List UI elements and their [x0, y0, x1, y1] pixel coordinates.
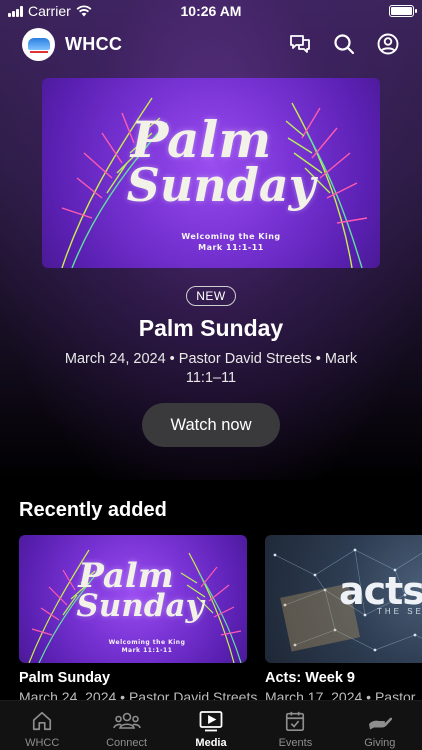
- tab-media[interactable]: Media: [169, 701, 253, 750]
- app-header: WHCC: [0, 26, 422, 62]
- app-title: WHCC: [65, 33, 123, 54]
- bottom-tab-bar: WHCC Connect Media Events Giving: [0, 700, 422, 750]
- clock: 10:26 AM: [180, 3, 242, 19]
- featured-meta: March 24, 2024 • Pastor David Streets • …: [64, 351, 358, 386]
- media-thumbnail[interactable]: Palm Sunday Welcoming the King Mark 11:1…: [19, 535, 247, 663]
- home-icon: [31, 709, 53, 733]
- chat-icon[interactable]: [288, 32, 312, 56]
- watch-now-button[interactable]: Watch now: [142, 403, 280, 447]
- tab-connect[interactable]: Connect: [84, 701, 168, 750]
- tab-giving[interactable]: Giving: [338, 701, 422, 750]
- card-art-subtitle-line2: Mark 11:1-11: [121, 647, 173, 654]
- tab-whcc[interactable]: WHCC: [0, 701, 84, 750]
- giving-icon: [367, 709, 393, 733]
- tab-label: Events: [278, 737, 313, 749]
- card-title: Palm Sunday: [19, 670, 111, 686]
- status-bar: Carrier 10:26 AM: [0, 0, 422, 22]
- media-icon: [199, 709, 223, 733]
- featured-title: Palm Sunday: [138, 315, 284, 341]
- art-subtitle-line2: Mark 11:1-11: [198, 243, 264, 252]
- new-badge: NEW: [186, 286, 236, 306]
- card-art-title-line2: Sunday: [76, 588, 204, 624]
- recently-added-carousel[interactable]: Palm Sunday Welcoming the King Mark 11:1…: [19, 535, 422, 705]
- media-card-palm-sunday[interactable]: Palm Sunday Welcoming the King Mark 11:1…: [19, 535, 257, 705]
- battery-icon: [389, 5, 417, 17]
- media-card-acts-week-9[interactable]: acts THE SERIES Acts: Week 9 March 17, 2…: [265, 535, 422, 705]
- card-title: Acts: Week 9: [265, 670, 355, 686]
- card-art-subtitle-line1: Welcoming the King: [108, 639, 186, 646]
- featured-artwork[interactable]: Palm Sunday Welcoming the King Mark 11:1…: [42, 78, 380, 268]
- tab-label: Connect: [106, 737, 148, 749]
- art-title-line1: Palm: [130, 110, 272, 169]
- recently-added-heading: Recently added: [19, 499, 167, 521]
- church-logo[interactable]: [22, 27, 55, 61]
- media-thumbnail[interactable]: acts THE SERIES: [265, 535, 422, 663]
- profile-icon[interactable]: [376, 32, 400, 56]
- calendar-icon: [284, 709, 306, 733]
- people-icon: [112, 709, 141, 733]
- tab-label: Giving: [364, 737, 396, 749]
- art-title-line2: Sunday: [126, 158, 316, 212]
- search-icon[interactable]: [332, 32, 356, 56]
- acts-art-subtitle: THE SERIES: [377, 607, 422, 616]
- tab-label: Media: [195, 737, 227, 749]
- tab-label: WHCC: [25, 737, 60, 749]
- art-subtitle-line1: Welcoming the King: [181, 232, 281, 241]
- tab-events[interactable]: Events: [253, 701, 337, 750]
